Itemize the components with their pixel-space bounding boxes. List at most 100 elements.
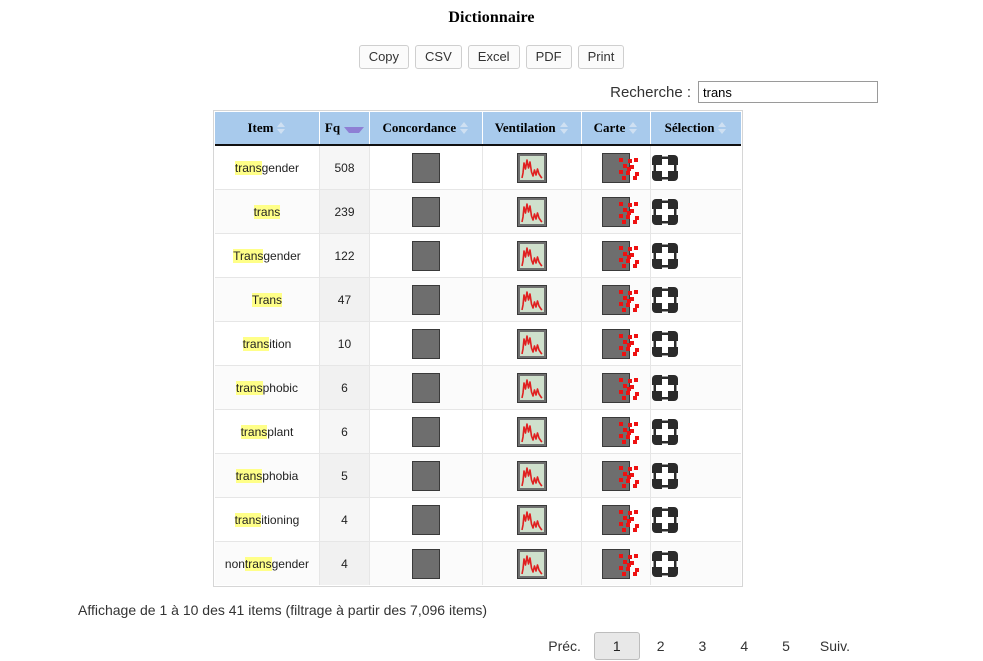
pagination-page-4[interactable]: 4 <box>723 632 765 660</box>
cell-carte[interactable] <box>581 321 652 366</box>
carte-icon[interactable] <box>602 504 639 535</box>
cell-selection[interactable] <box>650 409 741 454</box>
cell-concordance[interactable] <box>369 453 483 498</box>
cell-carte[interactable] <box>581 365 652 410</box>
cell-ventilation[interactable] <box>482 145 582 190</box>
cell-concordance[interactable] <box>369 409 483 454</box>
ventilation-icon[interactable] <box>516 240 547 271</box>
cell-ventilation[interactable] <box>482 189 582 234</box>
carte-icon[interactable] <box>602 196 639 227</box>
cell-carte[interactable] <box>581 189 652 234</box>
cell-concordance[interactable] <box>369 365 483 410</box>
cell-ventilation[interactable] <box>482 453 582 498</box>
cell-ventilation[interactable] <box>482 233 582 278</box>
cell-selection[interactable] <box>650 145 741 190</box>
carte-icon[interactable] <box>602 284 639 315</box>
carte-icon[interactable] <box>602 372 639 403</box>
column-header-fq[interactable]: Fq <box>319 112 371 146</box>
cell-concordance[interactable] <box>369 541 483 585</box>
cell-ventilation[interactable] <box>482 277 582 322</box>
concordance-icon[interactable] <box>411 460 440 491</box>
selection-icon[interactable] <box>651 197 680 226</box>
cell-carte[interactable] <box>581 145 652 190</box>
cell-concordance[interactable] <box>369 497 483 542</box>
selection-icon[interactable] <box>651 417 680 446</box>
pagination-page-2[interactable]: 2 <box>640 632 682 660</box>
cell-ventilation[interactable] <box>482 409 582 454</box>
table-row[interactable]: transphobia 5 <box>215 453 741 498</box>
concordance-icon[interactable] <box>411 196 440 227</box>
sort-both-icon[interactable] <box>629 121 638 135</box>
selection-icon[interactable] <box>651 153 680 182</box>
selection-icon[interactable] <box>651 373 680 402</box>
ventilation-icon[interactable] <box>516 152 547 183</box>
concordance-icon[interactable] <box>411 284 440 315</box>
ventilation-icon[interactable] <box>516 328 547 359</box>
copy-button[interactable]: Copy <box>358 45 410 69</box>
ventilation-icon[interactable] <box>516 504 547 535</box>
cell-concordance[interactable] <box>369 321 483 366</box>
sort-both-icon[interactable] <box>277 121 286 135</box>
selection-icon[interactable] <box>651 329 680 358</box>
ventilation-icon[interactable] <box>516 416 547 447</box>
column-header-selection[interactable]: Sélection <box>650 112 741 146</box>
carte-icon[interactable] <box>602 548 639 579</box>
csv-button[interactable]: CSV <box>415 45 462 69</box>
cell-selection[interactable] <box>650 277 741 322</box>
ventilation-icon[interactable] <box>516 460 547 491</box>
cell-ventilation[interactable] <box>482 497 582 542</box>
selection-icon[interactable] <box>651 549 680 578</box>
cell-selection[interactable] <box>650 321 741 366</box>
column-header-carte[interactable]: Carte <box>581 112 652 146</box>
cell-selection[interactable] <box>650 541 741 585</box>
table-row[interactable]: transitioning 4 <box>215 497 741 542</box>
ventilation-icon[interactable] <box>516 196 547 227</box>
concordance-icon[interactable] <box>411 152 440 183</box>
cell-selection[interactable] <box>650 189 741 234</box>
pagination-page-3[interactable]: 3 <box>682 632 724 660</box>
sort-descending-icon[interactable] <box>344 126 365 133</box>
concordance-icon[interactable] <box>411 328 440 359</box>
print-button[interactable]: Print <box>577 45 625 69</box>
cell-carte[interactable] <box>581 277 652 322</box>
cell-carte[interactable] <box>581 497 652 542</box>
table-row[interactable]: nontransgender 4 <box>215 541 741 585</box>
cell-concordance[interactable] <box>369 277 483 322</box>
cell-selection[interactable] <box>650 233 741 278</box>
column-header-item[interactable]: Item <box>215 112 320 146</box>
cell-carte[interactable] <box>581 541 652 585</box>
table-row[interactable]: Transgender 122 <box>215 233 741 278</box>
cell-selection[interactable] <box>650 365 741 410</box>
cell-selection[interactable] <box>650 497 741 542</box>
cell-ventilation[interactable] <box>482 365 582 410</box>
pagination-page-5[interactable]: 5 <box>765 632 807 660</box>
table-row[interactable]: transplant 6 <box>215 409 741 454</box>
selection-icon[interactable] <box>651 505 680 534</box>
column-header-concordance[interactable]: Concordance <box>369 112 483 146</box>
cell-concordance[interactable] <box>369 189 483 234</box>
pagination-previous[interactable]: Préc. <box>535 632 594 660</box>
selection-icon[interactable] <box>651 461 680 490</box>
sort-both-icon[interactable] <box>559 121 569 135</box>
table-row[interactable]: trans 239 <box>215 189 741 234</box>
pdf-button[interactable]: PDF <box>525 45 572 69</box>
column-header-ventilation[interactable]: Ventilation <box>482 112 582 146</box>
cell-selection[interactable] <box>650 453 741 498</box>
carte-icon[interactable] <box>602 328 639 359</box>
table-row[interactable]: transgender 508 <box>215 145 741 190</box>
concordance-icon[interactable] <box>411 504 440 535</box>
pagination-page-1[interactable]: 1 <box>593 632 640 660</box>
ventilation-icon[interactable] <box>516 284 547 315</box>
selection-icon[interactable] <box>651 241 680 270</box>
table-row[interactable]: Trans 47 <box>215 277 741 322</box>
cell-carte[interactable] <box>581 233 652 278</box>
cell-concordance[interactable] <box>369 233 483 278</box>
selection-icon[interactable] <box>651 285 680 314</box>
sort-both-icon[interactable] <box>718 121 727 135</box>
sort-both-icon[interactable] <box>460 121 469 135</box>
pagination-next[interactable]: Suiv. <box>807 632 863 660</box>
concordance-icon[interactable] <box>411 548 440 579</box>
cell-concordance[interactable] <box>369 145 483 190</box>
ventilation-icon[interactable] <box>516 372 547 403</box>
carte-icon[interactable] <box>602 152 639 183</box>
